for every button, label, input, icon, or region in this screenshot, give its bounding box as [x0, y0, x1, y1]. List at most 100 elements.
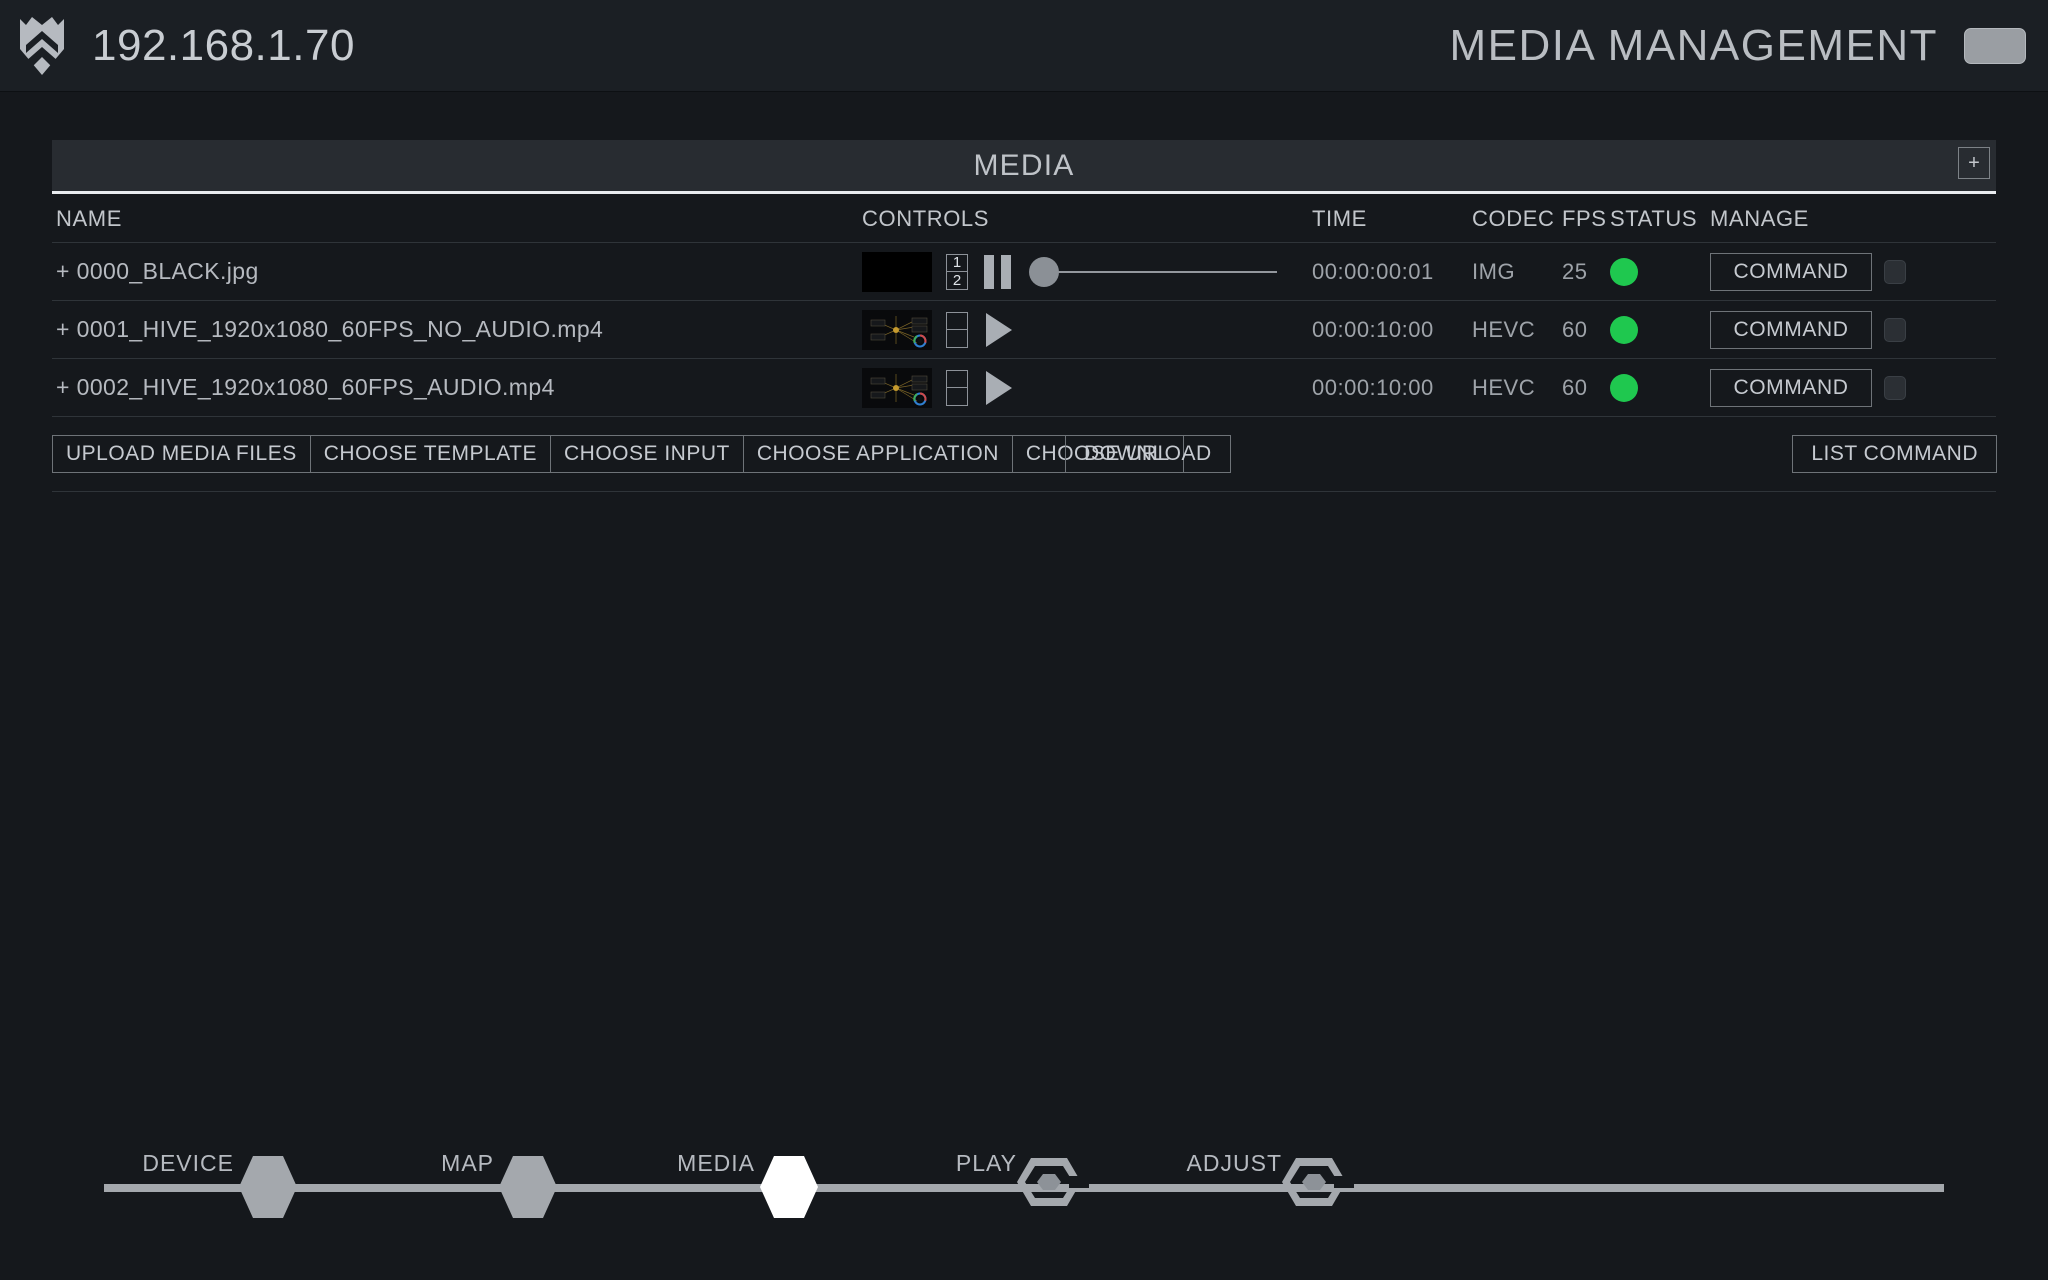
hexagon-ring-icon: [1017, 1158, 1089, 1206]
media-codec: HEVC: [1472, 316, 1536, 342]
loop-mode-icon[interactable]: [946, 369, 968, 406]
device-ip-address: 192.168.1.70: [92, 20, 355, 70]
cell-codec: HEVC: [1472, 300, 1562, 359]
workflow-step-marker[interactable]: [497, 1152, 559, 1227]
column-header-time: TIME: [1312, 194, 1472, 243]
column-header-controls: CONTROLS: [842, 194, 1312, 243]
row-select-checkbox[interactable]: [1884, 259, 1906, 284]
cell-manage: COMMAND: [1710, 300, 1996, 359]
add-media-button[interactable]: +: [1958, 147, 1990, 179]
slider-knob[interactable]: [1029, 256, 1059, 287]
media-thumbnail[interactable]: [862, 367, 932, 408]
media-codec: HEVC: [1472, 374, 1536, 400]
column-header-manage: MANAGE: [1710, 194, 1996, 243]
cell-controls: 1 2: [842, 242, 1312, 301]
workflow-step-label: ADJUST: [1186, 1150, 1282, 1176]
workflow-step-label: PLAY: [955, 1150, 1017, 1176]
workflow-step-marker[interactable]: [1276, 1152, 1356, 1227]
workflow-step-marker[interactable]: [1011, 1152, 1091, 1227]
hexagon-ring-icon: [1282, 1158, 1354, 1206]
loop-count-bottom: 2: [952, 271, 962, 289]
cell-manage: COMMAND: [1710, 242, 1996, 301]
media-fps: 60: [1562, 374, 1588, 400]
column-header-name: NAME: [52, 194, 842, 243]
loop-mode-icon[interactable]: 1 2: [946, 253, 968, 290]
command-button[interactable]: COMMAND: [1710, 252, 1872, 291]
media-table-head: NAME CONTROLS TIME CODEC FPS STATUS MANA…: [52, 194, 1996, 243]
cell-status: [1610, 242, 1710, 301]
cell-fps: 25: [1562, 242, 1610, 301]
media-duration: 00:00:10:00: [1312, 316, 1434, 342]
cell-controls: [842, 358, 1312, 417]
hexagon-filled-icon: [760, 1156, 818, 1218]
cell-status: [1610, 300, 1710, 359]
command-button[interactable]: COMMAND: [1710, 368, 1872, 407]
hexagon-filled-icon: [239, 1156, 297, 1218]
media-panel-titlebar: MEDIA +: [52, 140, 1996, 194]
pause-icon[interactable]: [984, 254, 1011, 289]
logo-wrap: [0, 0, 84, 92]
media-table-body: + 0000_BLACK.jpg 1 2 00:00:00:01 IMG 25 …: [52, 242, 1996, 417]
workflow-step-label: MAP: [441, 1150, 494, 1176]
row-select-checkbox[interactable]: [1884, 317, 1906, 342]
loop-count-top: [947, 371, 967, 388]
media-thumbnail[interactable]: [862, 251, 932, 292]
workflow-step-marker[interactable]: [758, 1152, 820, 1227]
media-file-name[interactable]: + 0000_BLACK.jpg: [56, 258, 842, 285]
media-duration: 00:00:10:00: [1312, 374, 1434, 400]
list-command-button[interactable]: LIST COMMAND: [1792, 435, 1997, 473]
cell-manage: COMMAND: [1710, 358, 1996, 417]
media-panel-title: MEDIA: [973, 148, 1075, 182]
media-panel: MEDIA + NAME CONTROLS TIME CODEC FPS STA…: [52, 140, 1997, 492]
status-badge: [1610, 315, 1638, 344]
column-header-codec: CODEC: [1472, 194, 1562, 243]
slider-track: [1043, 270, 1277, 273]
column-header-status: STATUS: [1610, 194, 1710, 243]
header-right-group: MEDIA MANAGEMENT: [1450, 21, 2048, 71]
cell-time: 00:00:10:00: [1312, 358, 1472, 417]
cell-time: 00:00:00:01: [1312, 242, 1472, 301]
hexagon-filled-icon: [499, 1156, 557, 1218]
row-select-checkbox[interactable]: [1884, 375, 1906, 400]
workflow-step-marker[interactable]: [237, 1152, 299, 1227]
column-header-fps: FPS: [1562, 194, 1610, 243]
play-icon[interactable]: [986, 312, 1012, 347]
choose-template-button[interactable]: CHOOSE TEMPLATE: [309, 435, 551, 473]
cell-name: + 0000_BLACK.jpg: [52, 242, 842, 301]
media-table-header-row: NAME CONTROLS TIME CODEC FPS STATUS MANA…: [52, 194, 1996, 243]
header-menu-button[interactable]: [1964, 27, 2026, 64]
media-duration: 00:00:00:01: [1312, 258, 1434, 284]
status-badge: [1610, 257, 1638, 286]
cell-name: + 0002_HIVE_1920x1080_60FPS_AUDIO.mp4: [52, 358, 842, 417]
app-header: 192.168.1.70 MEDIA MANAGEMENT: [0, 0, 2048, 92]
media-file-name[interactable]: + 0001_HIVE_1920x1080_60FPS_NO_AUDIO.mp4: [56, 316, 842, 343]
media-action-bar: UPLOAD MEDIA FILES CHOOSE TEMPLATE CHOOS…: [52, 417, 1997, 492]
play-icon[interactable]: [986, 370, 1012, 405]
table-row[interactable]: + 0002_HIVE_1920x1080_60FPS_AUDIO.mp4 00…: [52, 358, 1996, 417]
workflow-step-label: DEVICE: [142, 1150, 234, 1176]
cell-time: 00:00:10:00: [1312, 300, 1472, 359]
cell-status: [1610, 358, 1710, 417]
media-thumbnail[interactable]: [862, 309, 932, 350]
playhead-slider[interactable]: [1029, 254, 1277, 290]
loop-count-bottom: [947, 388, 967, 405]
download-button[interactable]: DOWNLOAD: [1065, 435, 1231, 473]
media-source-button-group: UPLOAD MEDIA FILES CHOOSE TEMPLATE CHOOS…: [52, 435, 1184, 473]
loop-mode-icon[interactable]: [946, 311, 968, 348]
media-table: NAME CONTROLS TIME CODEC FPS STATUS MANA…: [52, 194, 1996, 417]
command-button[interactable]: COMMAND: [1710, 310, 1872, 349]
choose-application-button[interactable]: CHOOSE APPLICATION: [742, 435, 1013, 473]
loop-count-top: [947, 313, 967, 330]
choose-input-button[interactable]: CHOOSE INPUT: [550, 435, 744, 473]
cell-fps: 60: [1562, 300, 1610, 359]
media-file-name[interactable]: + 0002_HIVE_1920x1080_60FPS_AUDIO.mp4: [56, 374, 842, 401]
workflow-nav: DEVICE MAP MEDIA PLAY ADJUST: [0, 1122, 2048, 1242]
upload-media-files-button[interactable]: UPLOAD MEDIA FILES: [52, 435, 311, 473]
workflow-step-label: MEDIA: [677, 1150, 755, 1176]
table-row[interactable]: + 0001_HIVE_1920x1080_60FPS_NO_AUDIO.mp4: [52, 300, 1996, 359]
cell-fps: 60: [1562, 358, 1610, 417]
cell-codec: IMG: [1472, 242, 1562, 301]
status-badge: [1610, 373, 1638, 402]
table-row[interactable]: + 0000_BLACK.jpg 1 2 00:00:00:01 IMG 25 …: [52, 242, 1996, 301]
media-thumbnail-image: [862, 367, 932, 408]
